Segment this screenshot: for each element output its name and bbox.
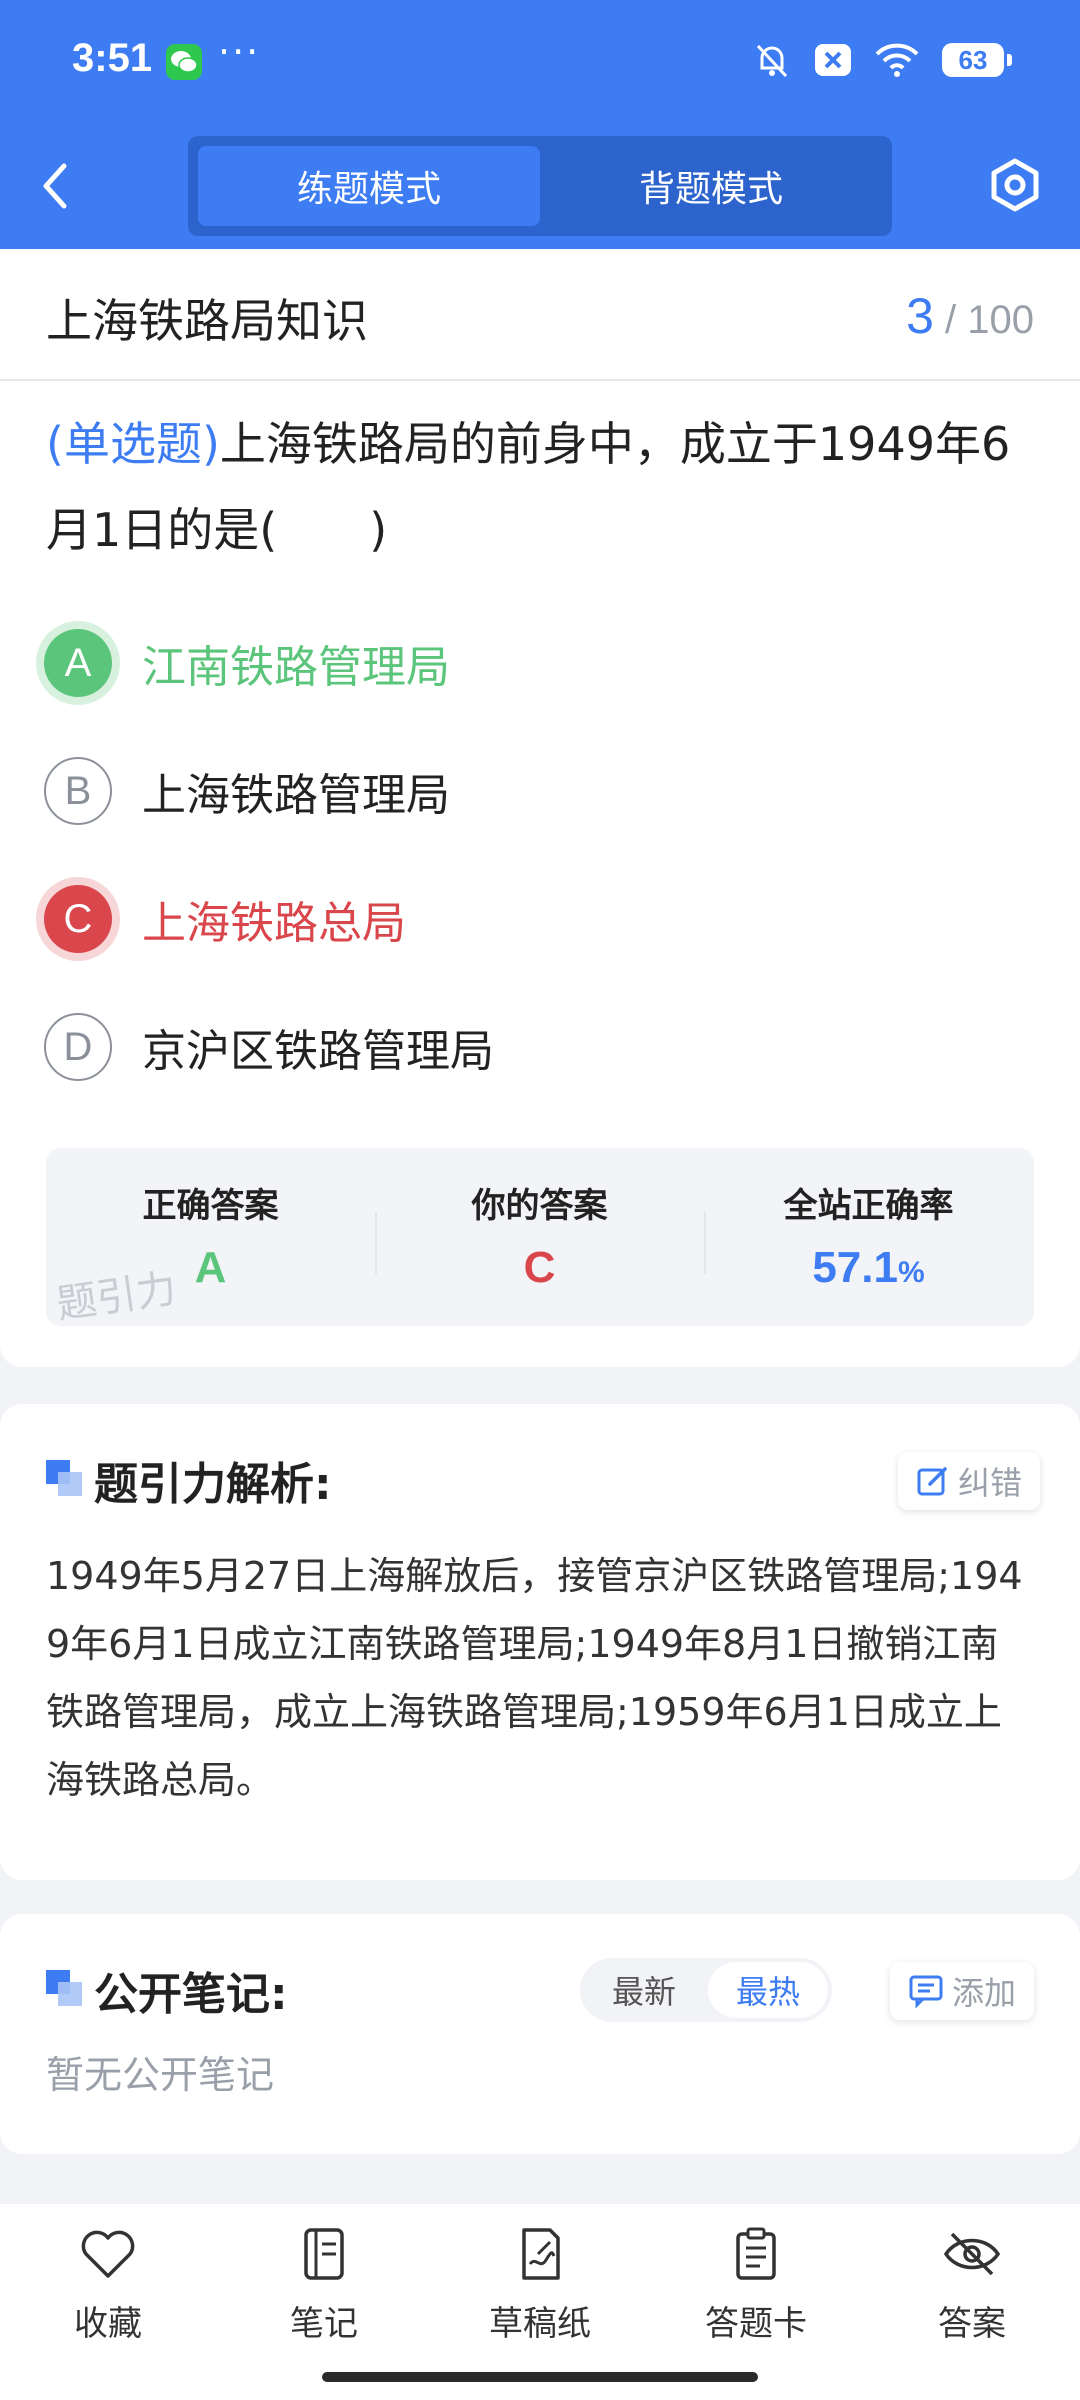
analysis-text: 1949年5月27日上海解放后，接管京沪区铁路管理局;1949年6月1日成立江南… <box>46 1554 1023 1802</box>
answer-sheet-icon <box>736 2227 776 2280</box>
chevron-left-icon <box>43 163 67 209</box>
current-question-number: 3 <box>906 288 934 344</box>
home-indicator[interactable] <box>322 2372 758 2382</box>
option-d[interactable]: D 京沪区铁路管理局 <box>44 1007 494 1087</box>
accuracy-label: 全站正确率 <box>783 1186 954 1226</box>
back-button[interactable] <box>40 158 90 214</box>
status-icons: 63 <box>752 40 1012 80</box>
sort-newest[interactable]: 最新 <box>584 1962 704 2018</box>
add-note-label: 添加 <box>952 1974 1017 2012</box>
mute-bell-icon <box>756 44 788 78</box>
analysis-title: 题引力解析: <box>94 1459 332 1510</box>
settings-hexagon-icon <box>991 158 1039 212</box>
nav-label: 答案 <box>938 2304 1006 2344</box>
add-note-button[interactable]: 添加 <box>890 1962 1035 2020</box>
report-error-button[interactable]: 纠错 <box>898 1452 1041 1510</box>
accuracy-unit: % <box>897 1256 925 1289</box>
your-answer-column: 你的答案 C <box>375 1148 704 1326</box>
nav-favorite[interactable]: 收藏 <box>33 2226 183 2345</box>
accuracy-column: 全站正确率 57.1% <box>704 1148 1033 1326</box>
status-time: 3:51 <box>72 36 153 80</box>
heart-icon <box>81 2230 135 2278</box>
nav-answer-sheet[interactable]: 答题卡 <box>681 2226 831 2345</box>
answer-summary: 正确答案 A 你的答案 C 全站正确率 57.1% 题引力 <box>46 1148 1034 1328</box>
question-text: (单选题)上海铁路局的前身中，成立于1949年6月1日的是( ) <box>46 401 1036 573</box>
question-card: 上海铁路局知识 3 / 100 (单选题)上海铁路局的前身中，成立于1949年6… <box>0 249 1080 1367</box>
option-c[interactable]: C 上海铁路总局 <box>44 879 406 959</box>
wifi-icon <box>875 43 919 77</box>
title-row: 上海铁路局知识 3 / 100 <box>0 249 1080 381</box>
settings-button[interactable] <box>986 156 1044 214</box>
bottom-nav: 收藏 笔记 草稿纸 答题卡 答案 <box>0 2204 1080 2400</box>
option-letter: C <box>44 885 112 953</box>
nav-answer[interactable]: 答案 <box>897 2226 1047 2345</box>
report-error-label: 纠错 <box>958 1464 1023 1502</box>
draft-paper-icon <box>522 2228 560 2280</box>
your-answer-label: 你的答案 <box>471 1186 608 1226</box>
battery-indicator: 63 <box>942 43 1012 77</box>
option-letter: D <box>44 1013 112 1081</box>
question-progress: 3 / 100 <box>906 287 1034 345</box>
accuracy-number: 57.1 <box>812 1243 898 1292</box>
accuracy-value: 57.1% <box>704 1243 1033 1293</box>
nav-label: 草稿纸 <box>489 2304 591 2344</box>
edit-icon <box>917 1467 947 1496</box>
notes-sort-toggle: 最新 最热 <box>580 1958 832 2022</box>
nav-label: 笔记 <box>290 2304 358 2344</box>
empty-notes-text: 暂无公开笔记 <box>46 2053 275 2097</box>
nav-draft-paper[interactable]: 草稿纸 <box>465 2226 615 2345</box>
option-text: 上海铁路管理局 <box>142 770 450 821</box>
mode-switch: 练题模式 背题模式 <box>188 136 892 236</box>
nav-label: 答题卡 <box>705 2304 807 2344</box>
total-questions: / 100 <box>945 298 1034 342</box>
eye-off-icon <box>943 2232 1001 2276</box>
nav-label: 收藏 <box>74 2304 142 2344</box>
option-text: 京沪区铁路管理局 <box>142 1026 494 1077</box>
tab-memorize-mode[interactable]: 背题模式 <box>540 146 882 226</box>
page-title: 上海铁路局知识 <box>46 294 368 348</box>
notebook-icon <box>304 2228 344 2280</box>
notes-title: 公开笔记: <box>94 1969 288 2020</box>
more-notifications-icon: ··· <box>218 30 261 74</box>
question-type: (单选题) <box>46 417 220 471</box>
option-letter: A <box>44 629 112 697</box>
comment-icon <box>909 1975 943 2008</box>
nav-notes[interactable]: 笔记 <box>249 2226 399 2345</box>
sort-hottest[interactable]: 最热 <box>708 1962 828 2018</box>
your-answer-value: C <box>523 1243 556 1292</box>
option-text: 江南铁路管理局 <box>142 642 450 693</box>
close-box-icon <box>815 44 851 76</box>
tab-practice-mode[interactable]: 练题模式 <box>198 146 540 226</box>
option-text: 上海铁路总局 <box>142 898 406 949</box>
option-a[interactable]: A 江南铁路管理局 <box>44 623 450 703</box>
section-squares-icon <box>46 1460 82 1496</box>
notes-card: 公开笔记: 最新 最热 添加 暂无公开笔记 <box>0 1914 1080 2154</box>
wechat-notification-icon <box>166 44 202 80</box>
correct-answer-label: 正确答案 <box>142 1186 279 1226</box>
option-b[interactable]: B 上海铁路管理局 <box>44 751 450 831</box>
option-letter: B <box>44 757 112 825</box>
top-bar: 3:51 ··· 63 练题模式 背题模式 <box>0 0 1080 249</box>
analysis-card: 题引力解析: 纠错 1949年5月27日上海解放后，接管京沪区铁路管理局;194… <box>0 1404 1080 1880</box>
section-squares-icon <box>46 1970 82 2006</box>
